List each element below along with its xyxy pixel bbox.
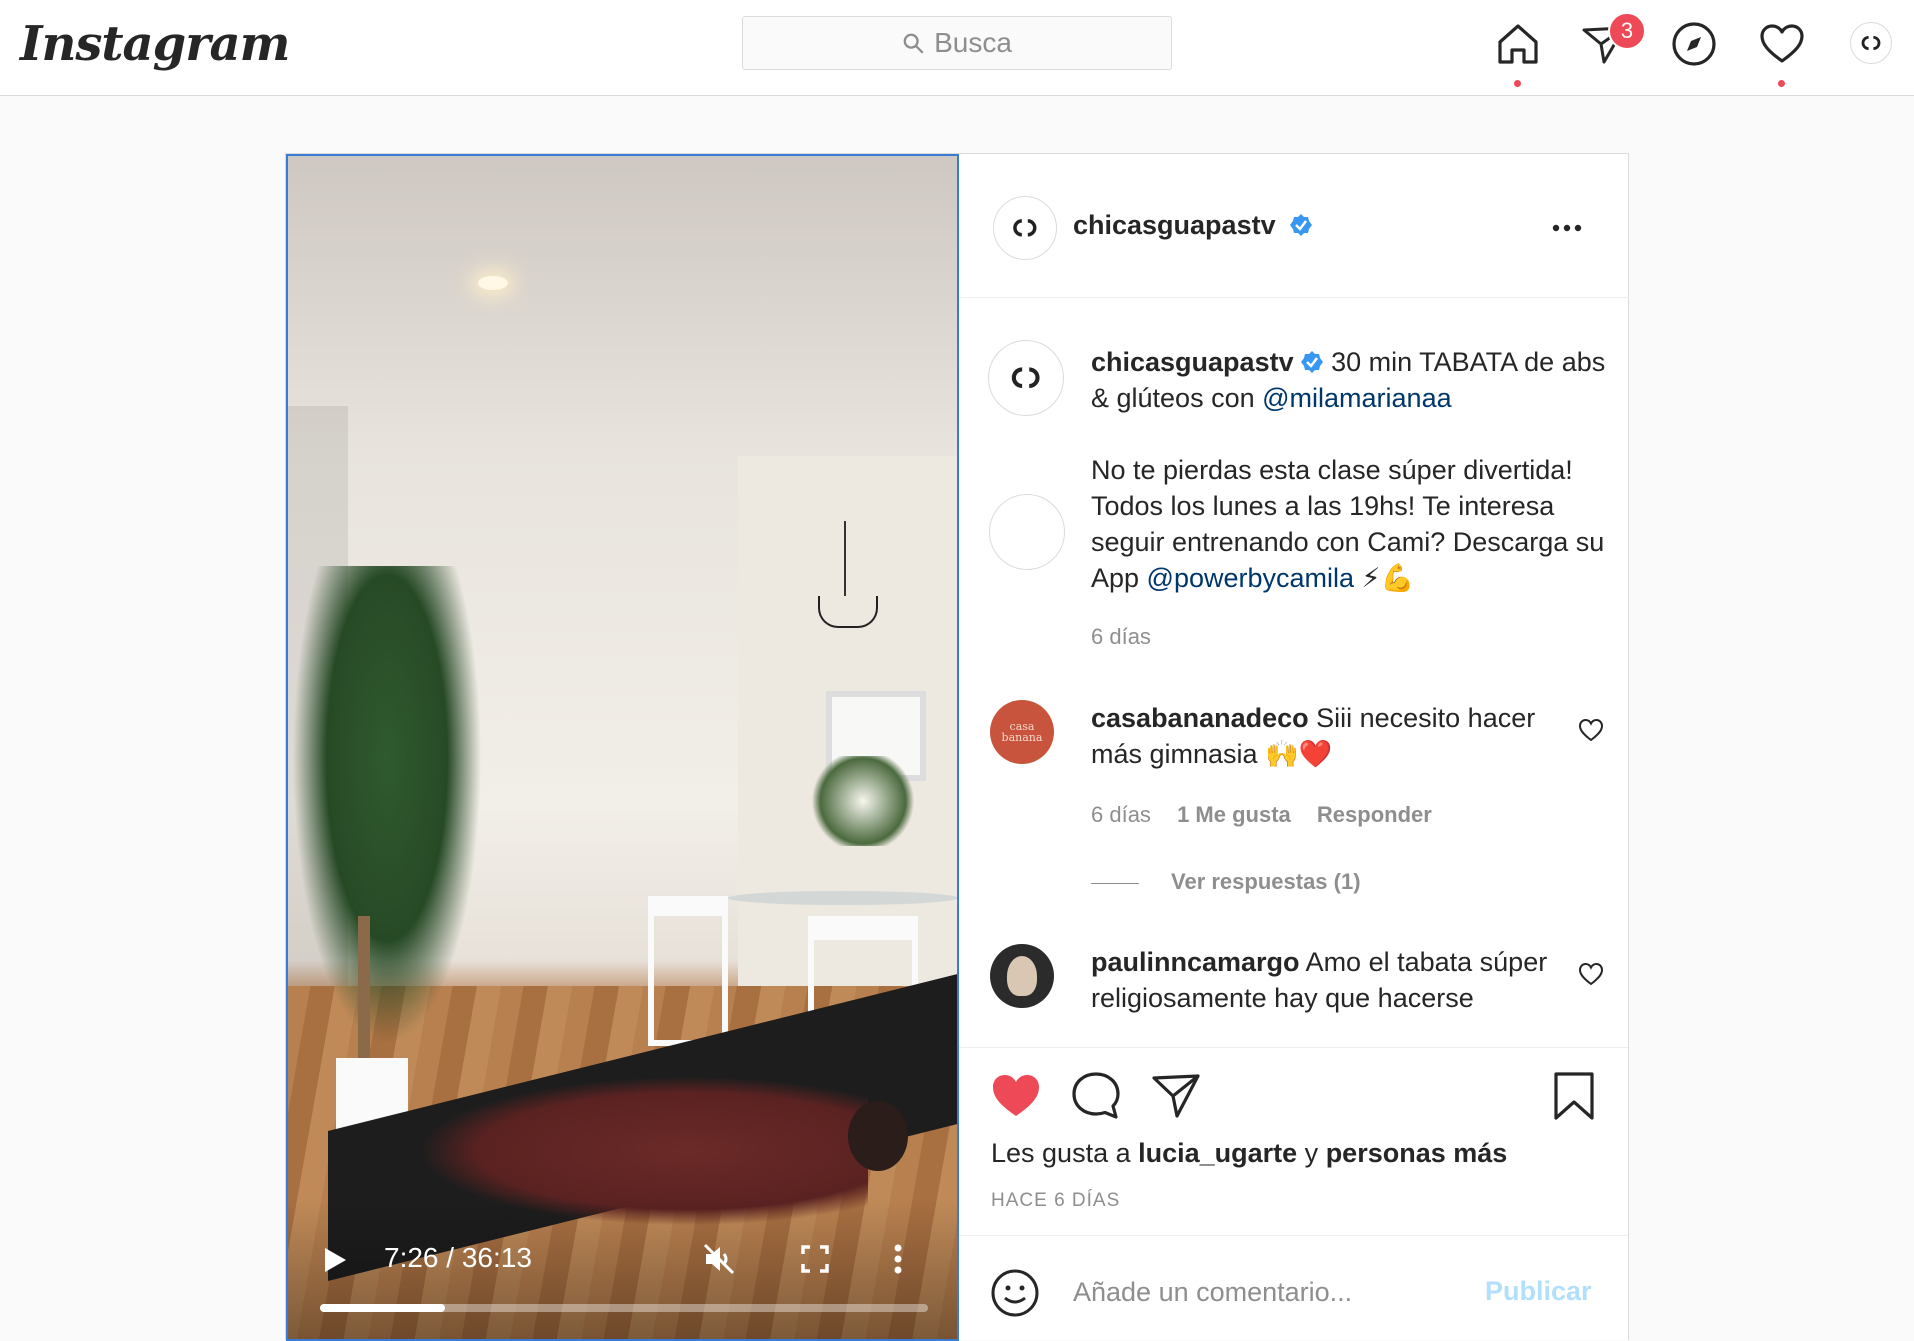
more-options-icon[interactable] bbox=[1552, 224, 1582, 232]
publish-button[interactable]: Publicar bbox=[1485, 1276, 1592, 1307]
author-username[interactable]: chicasguapastv bbox=[1073, 210, 1276, 240]
video-progress-fill bbox=[320, 1304, 445, 1312]
liker-username[interactable]: lucia_ugarte bbox=[1138, 1138, 1297, 1168]
fullscreen-icon[interactable] bbox=[800, 1244, 830, 1274]
avatar-photo bbox=[1007, 956, 1037, 996]
post-timestamp[interactable]: HACE 6 DÍAS bbox=[991, 1190, 1120, 1212]
caption-age[interactable]: 6 días bbox=[1091, 624, 1151, 650]
comment-meta-row: 6 días 1 Me gusta Responder bbox=[1091, 802, 1432, 828]
more-options-icon[interactable] bbox=[894, 1244, 902, 1274]
author-avatar[interactable] bbox=[993, 196, 1057, 260]
comment-bubble-icon[interactable] bbox=[1070, 1070, 1122, 1122]
likes-prefix: Les gusta a bbox=[991, 1138, 1139, 1168]
likes-summary: Les gusta a lucia_ugarte y personas más bbox=[991, 1138, 1507, 1169]
comment-text: casabananadeco Siii necesito hacer más g… bbox=[1091, 700, 1551, 772]
home-icon bbox=[1498, 24, 1538, 64]
add-comment-divider bbox=[959, 1235, 1628, 1236]
post-video[interactable]: 7:26 / 36:13 bbox=[286, 154, 959, 1341]
comment-likes[interactable]: 1 Me gusta bbox=[1177, 802, 1291, 827]
commenter-avatar[interactable]: casa banana bbox=[990, 700, 1054, 764]
caption-author-avatar[interactable] bbox=[989, 494, 1065, 570]
search-icon bbox=[903, 33, 924, 54]
comment-username[interactable]: casabananadeco bbox=[1091, 703, 1309, 733]
bookmark-icon[interactable] bbox=[1548, 1070, 1600, 1122]
actions-divider bbox=[959, 1047, 1628, 1048]
play-icon[interactable] bbox=[322, 1246, 348, 1274]
share-direct-icon[interactable] bbox=[1150, 1070, 1202, 1122]
instagram-logo[interactable]: Instagram bbox=[20, 14, 290, 74]
messages-badge: 3 bbox=[1608, 12, 1646, 50]
top-navigation: Instagram Busca 3 bbox=[0, 0, 1914, 96]
home-button[interactable] bbox=[1494, 20, 1542, 68]
comment-clip: paulinncamargo Amo el tabata súper relig… bbox=[1091, 944, 1551, 1040]
muted-speaker-icon[interactable] bbox=[702, 1242, 736, 1276]
mention-link[interactable]: @powerbycamila bbox=[1147, 563, 1354, 593]
chicas-guapas-logo-icon bbox=[1013, 219, 1037, 237]
avatar-logo-text: casa banana bbox=[1001, 720, 1043, 744]
likes-others-link[interactable]: personas más bbox=[1326, 1138, 1508, 1168]
verified-badge-icon bbox=[1290, 214, 1313, 236]
search-placeholder: Busca bbox=[934, 27, 1012, 58]
search-box[interactable]: Busca bbox=[742, 16, 1172, 70]
post-header: chicasguapastv bbox=[959, 154, 1629, 298]
explore-button[interactable] bbox=[1670, 20, 1718, 68]
compass-icon bbox=[1672, 22, 1716, 66]
comment-like-heart-icon[interactable] bbox=[1578, 717, 1604, 743]
video-progress-bar[interactable] bbox=[320, 1304, 928, 1312]
reply-button[interactable]: Responder bbox=[1317, 802, 1432, 827]
caption-username[interactable]: chicasguapastv bbox=[1091, 347, 1294, 377]
comment-age[interactable]: 6 días bbox=[1091, 802, 1151, 827]
comment-username[interactable]: paulinncamargo bbox=[1091, 947, 1300, 977]
home-notification-dot bbox=[1514, 80, 1521, 87]
mention-link[interactable]: @milamarianaa bbox=[1262, 383, 1451, 413]
comment-like-heart-icon[interactable] bbox=[1578, 961, 1604, 987]
view-replies-button[interactable]: Ver respuestas (1) bbox=[1171, 869, 1361, 895]
activity-notification-dot bbox=[1778, 80, 1785, 87]
verified-badge-icon bbox=[1300, 351, 1323, 373]
comment-text: paulinncamargo Amo el tabata súper relig… bbox=[1091, 944, 1551, 1016]
liked-heart-icon[interactable] bbox=[990, 1070, 1042, 1122]
author-username-row: chicasguapastv bbox=[1073, 210, 1313, 241]
add-comment-input[interactable] bbox=[1071, 1276, 1455, 1309]
post-caption: chicasguapastv 30 min TABATA de abs & gl… bbox=[1091, 344, 1611, 596]
emoji-icon[interactable] bbox=[990, 1268, 1040, 1318]
video-time: 7:26 / 36:13 bbox=[384, 1242, 532, 1273]
heart-icon bbox=[1760, 24, 1804, 63]
replies-divider bbox=[1091, 883, 1139, 884]
caption-author-avatar[interactable] bbox=[988, 340, 1064, 416]
caption-emoji: ⚡💪 bbox=[1354, 563, 1415, 593]
activity-button[interactable] bbox=[1758, 20, 1806, 68]
likes-middle: y bbox=[1297, 1138, 1326, 1168]
chicas-guapas-logo-icon bbox=[1012, 367, 1040, 389]
chicas-guapas-logo-icon bbox=[1861, 36, 1881, 50]
commenter-avatar[interactable] bbox=[990, 944, 1054, 1008]
profile-avatar[interactable] bbox=[1850, 22, 1892, 64]
